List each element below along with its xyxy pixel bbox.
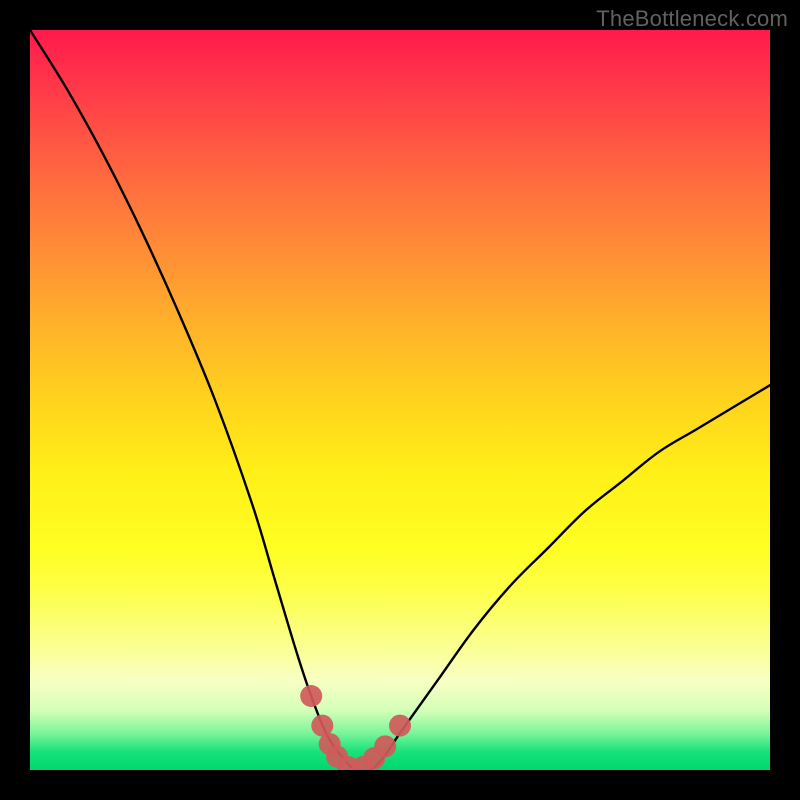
highlight-markers xyxy=(300,685,411,770)
watermark-text: TheBottleneck.com xyxy=(596,6,788,32)
curve-layer xyxy=(30,30,770,770)
marker-dot xyxy=(389,715,411,737)
plot-area xyxy=(30,30,770,770)
chart-stage: TheBottleneck.com xyxy=(0,0,800,800)
marker-dot xyxy=(374,735,396,757)
marker-dot xyxy=(300,685,322,707)
bottleneck-curve xyxy=(30,30,770,770)
